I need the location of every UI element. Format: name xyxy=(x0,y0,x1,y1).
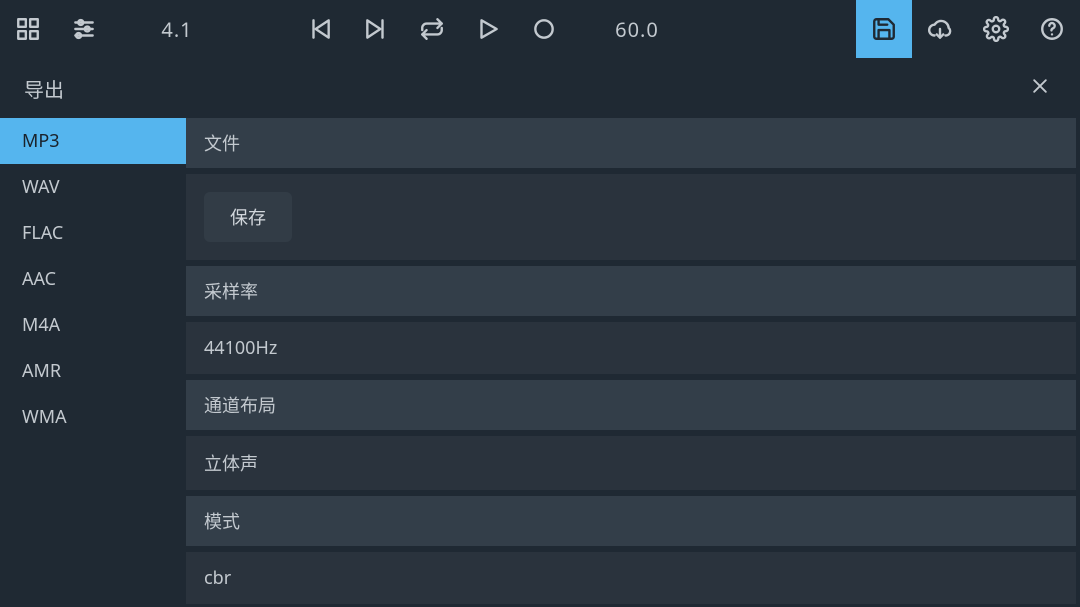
sidebar-item-m4a[interactable]: M4A xyxy=(0,302,186,348)
record-icon[interactable] xyxy=(516,0,572,58)
close-icon xyxy=(1030,75,1050,102)
toolbar-left-value[interactable]: 4.1 xyxy=(112,16,242,43)
sidebar-item-label: WMA xyxy=(22,405,67,429)
sample-rate-value[interactable]: 44100Hz xyxy=(186,322,1076,374)
panel-body: MP3 WAV FLAC AAC M4A AMR WMA 文件 保存 采样率 44100Hz… xyxy=(0,118,1080,607)
sidebar-item-label: FLAC xyxy=(22,221,63,245)
export-settings-form: 文件 保存 采样率 44100Hz 通道布局 立体声 模式 cbr 品质 xyxy=(186,118,1080,607)
play-icon[interactable] xyxy=(460,0,516,58)
skip-back-icon[interactable] xyxy=(292,0,348,58)
toolbar-right-value[interactable]: 60.0 xyxy=(572,16,702,43)
repeat-icon[interactable] xyxy=(404,0,460,58)
cloud-download-icon[interactable] xyxy=(912,0,968,58)
sidebar-item-label: MP3 xyxy=(22,129,60,153)
sidebar-item-label: M4A xyxy=(22,313,60,337)
export-format-sidebar: MP3 WAV FLAC AAC M4A AMR WMA xyxy=(0,118,186,607)
mode-header: 模式 xyxy=(186,496,1076,546)
sliders-icon[interactable] xyxy=(56,0,112,58)
sidebar-item-aac[interactable]: AAC xyxy=(0,256,186,302)
close-button[interactable] xyxy=(1024,72,1056,104)
sidebar-item-label: WAV xyxy=(22,175,60,199)
sidebar-item-label: AAC xyxy=(22,267,56,291)
settings-icon[interactable] xyxy=(968,0,1024,58)
top-toolbar: 4.1 60.0 xyxy=(0,0,1080,58)
mode-value[interactable]: cbr xyxy=(186,552,1076,604)
sample-rate-header: 采样率 xyxy=(186,266,1076,316)
toolbar-transport-group: 60.0 xyxy=(292,0,702,58)
sidebar-item-wma[interactable]: WMA xyxy=(0,394,186,440)
save-button[interactable]: 保存 xyxy=(204,192,292,242)
file-section-header: 文件 xyxy=(186,118,1076,168)
toolbar-left-group: 4.1 xyxy=(0,0,242,58)
save-icon[interactable] xyxy=(856,0,912,58)
sidebar-item-wav[interactable]: WAV xyxy=(0,164,186,210)
apps-icon[interactable] xyxy=(0,0,56,58)
panel-header: 导出 xyxy=(0,58,1080,118)
skip-forward-icon[interactable] xyxy=(348,0,404,58)
toolbar-right-group xyxy=(856,0,1080,58)
file-section-body: 保存 xyxy=(186,174,1076,260)
channel-layout-header: 通道布局 xyxy=(186,380,1076,430)
sidebar-item-amr[interactable]: AMR xyxy=(0,348,186,394)
sidebar-item-mp3[interactable]: MP3 xyxy=(0,118,186,164)
channel-layout-value[interactable]: 立体声 xyxy=(186,436,1076,490)
panel-title: 导出 xyxy=(24,74,64,103)
sidebar-item-label: AMR xyxy=(22,359,61,383)
help-icon[interactable] xyxy=(1024,0,1080,58)
sidebar-item-flac[interactable]: FLAC xyxy=(0,210,186,256)
